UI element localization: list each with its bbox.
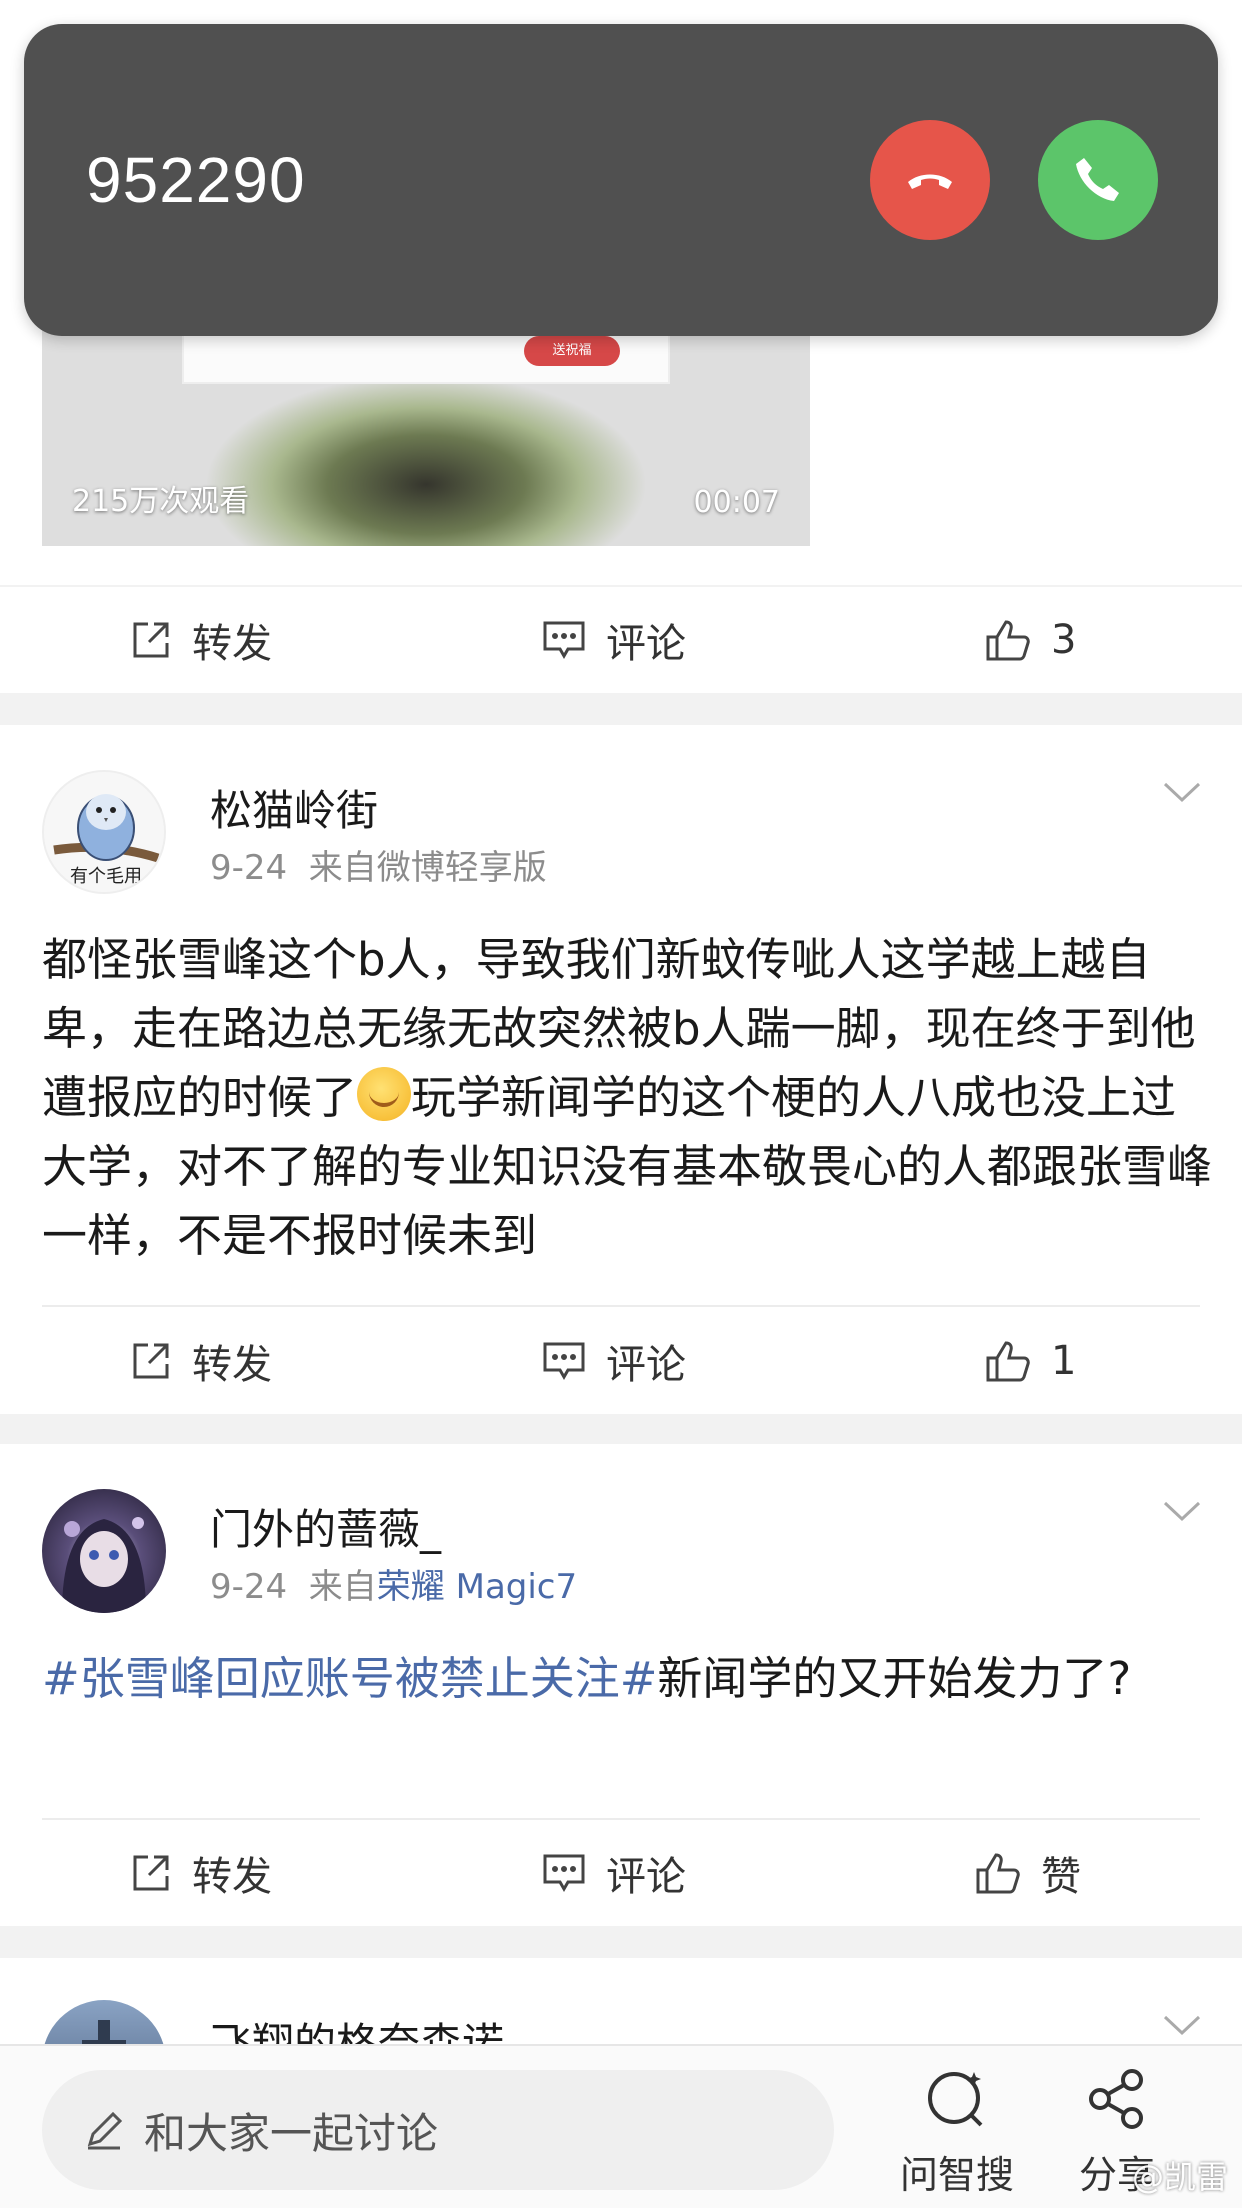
forward-label: 转发 — [192, 1854, 272, 1900]
like-button[interactable]: 3 — [985, 587, 1076, 693]
like-count: 3 — [1051, 617, 1077, 663]
phone-hangup-icon — [908, 174, 952, 189]
comment-icon — [543, 621, 585, 660]
post-date: 9-24 — [210, 848, 288, 888]
like-button[interactable]: 1 — [985, 1308, 1076, 1414]
comment-icon — [543, 1342, 585, 1381]
share-icon — [1089, 2069, 1143, 2129]
watermark: @凯雷 — [1131, 2158, 1228, 2196]
source-prefix: 来自 — [308, 1567, 377, 1607]
ask-search-label: 问智搜 — [899, 2153, 1014, 2197]
post-text: 都怪张雪峰这个b人，导致我们新蚊传呲人这学越上越自卑，走在路边总无缘无故突然被b… — [42, 925, 1212, 1270]
forward-icon — [133, 1855, 169, 1891]
post-source-link[interactable]: 荣耀 Magic7 — [377, 1567, 577, 1607]
incoming-call-banner[interactable]: 952290 — [24, 24, 1218, 336]
comment-input[interactable]: 和大家一起讨论 — [42, 2070, 834, 2190]
video-view-count: 215万次观看 — [72, 484, 250, 519]
blushing-smile-emoji — [357, 1067, 412, 1121]
hashtag-link[interactable]: #张雪峰回应账号被禁止关注# — [42, 1652, 657, 1705]
like-label: 赞 — [1041, 1854, 1081, 1900]
thumbs-up-icon — [976, 1853, 1020, 1894]
post-meta: 9-24 来自荣耀 Magic7 — [210, 1559, 577, 1608]
comment-label: 评论 — [606, 1342, 686, 1388]
post-card: 飞翔的格奈森诺 — [0, 1958, 1242, 2048]
post-action-bar: 转发 评论 1 — [0, 1308, 1242, 1414]
avatar[interactable] — [42, 2000, 166, 2048]
forward-label: 转发 — [192, 1342, 272, 1388]
forward-button[interactable]: 转发 — [130, 1308, 272, 1414]
comment-placeholder: 和大家一起讨论 — [144, 2108, 439, 2158]
comment-label: 评论 — [606, 621, 686, 667]
like-count: 1 — [1051, 1338, 1077, 1384]
username[interactable]: 松猫岭街 — [210, 777, 378, 838]
source-prefix: 来自 — [308, 848, 377, 888]
comment-button[interactable]: 评论 — [542, 1820, 686, 1926]
decline-call-button[interactable] — [870, 120, 990, 240]
avatar-caption: 有个毛用 — [70, 866, 142, 887]
post-action-bar: 转发 评论 3 — [0, 587, 1242, 693]
post-date: 9-24 — [210, 1567, 288, 1607]
phone-icon — [1076, 158, 1119, 201]
divider — [42, 1305, 1200, 1307]
forward-icon — [133, 622, 169, 658]
avatar[interactable] — [42, 1489, 166, 1613]
avatar[interactable]: 有个毛用 — [42, 770, 166, 894]
post-source: 微博轻享版 — [376, 848, 547, 888]
username[interactable]: 门外的蔷薇_ — [210, 1496, 441, 1557]
forward-icon — [133, 1343, 169, 1379]
chevron-down-icon[interactable] — [1162, 1499, 1202, 1523]
video-frame-button: 送祝福 — [524, 336, 620, 366]
comment-icon — [543, 1854, 585, 1893]
answer-call-button[interactable] — [1038, 120, 1158, 240]
chevron-down-icon[interactable] — [1162, 780, 1202, 804]
ai-search-icon — [928, 2072, 983, 2127]
like-button[interactable]: 赞 — [975, 1820, 1081, 1926]
post-text-part: 新闻学的又开始发力了? — [657, 1652, 1132, 1705]
bottom-bar: 和大家一起讨论 问智搜 分享 @凯雷 — [0, 2044, 1242, 2208]
anime-avatar-image — [62, 1517, 146, 1613]
comment-label: 评论 — [606, 1854, 686, 1900]
post-meta: 9-24 来自微博轻享版 — [210, 840, 547, 889]
post-action-bar: 转发 评论 赞 — [0, 1820, 1242, 1926]
thumbs-up-icon — [986, 620, 1030, 661]
pencil-icon — [87, 2111, 123, 2150]
forward-button[interactable]: 转发 — [130, 587, 272, 693]
comment-button[interactable]: 评论 — [542, 1308, 686, 1414]
post-text: #张雪峰回应账号被禁止关注#新闻学的又开始发力了? — [42, 1644, 1212, 1713]
chevron-down-icon[interactable] — [1162, 2013, 1202, 2037]
video-thumbnail[interactable]: 送祝福 215万次观看 00:07 — [42, 300, 810, 546]
thumbs-up-icon — [986, 1341, 1030, 1382]
caller-number: 952290 — [86, 144, 306, 216]
ask-search-button[interactable]: 问智搜 — [892, 2066, 1022, 2199]
username[interactable]: 飞翔的格奈森诺 — [210, 2010, 504, 2048]
forward-label: 转发 — [192, 621, 272, 667]
ship-avatar-image — [82, 2020, 126, 2048]
comment-button[interactable]: 评论 — [542, 587, 686, 693]
forward-button[interactable]: 转发 — [130, 1820, 272, 1926]
video-duration: 00:07 — [693, 485, 780, 520]
